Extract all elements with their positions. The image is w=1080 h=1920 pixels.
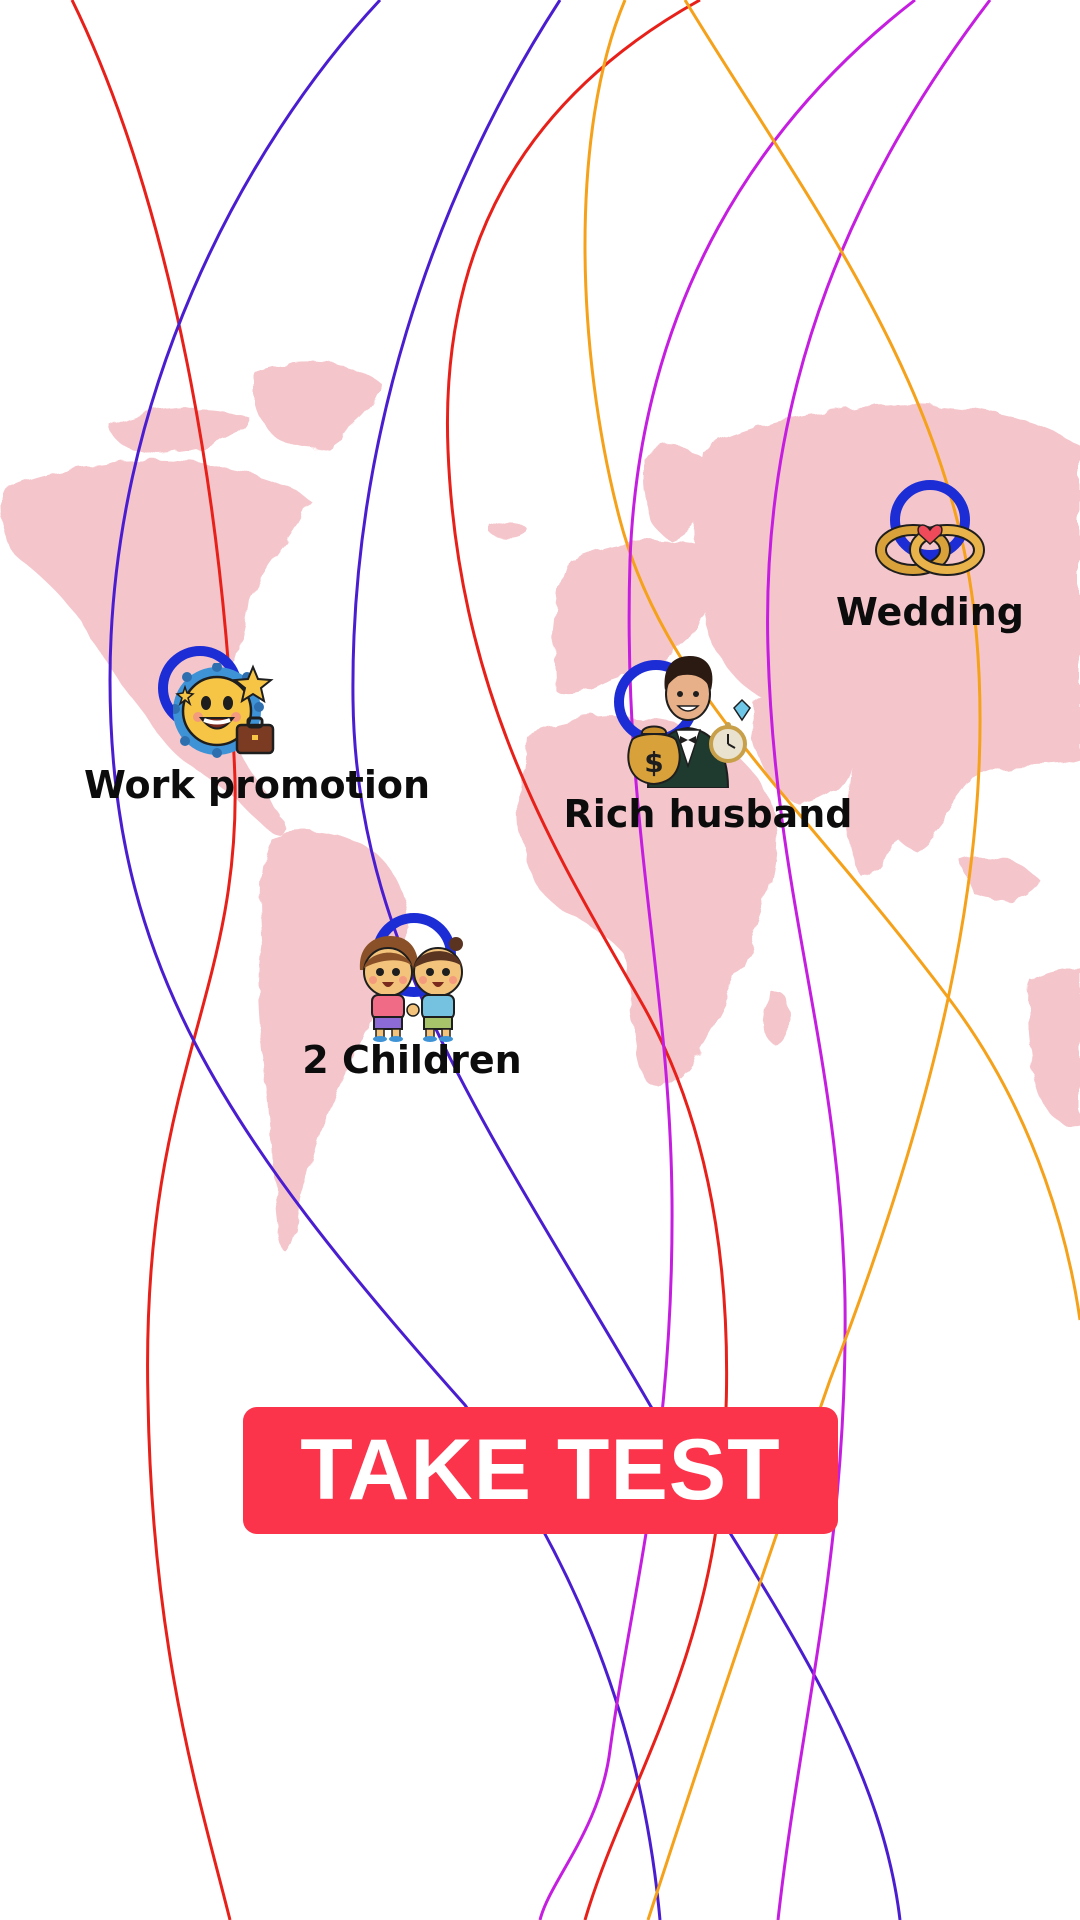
red-line-left — [70, 0, 237, 1920]
take-test-button-label: TAKE TEST — [300, 1422, 781, 1518]
rich-man-with-money-bag-icon: $ — [627, 656, 751, 788]
two-children-icon — [359, 936, 463, 1042]
marker-label: Work promotion — [83, 763, 431, 807]
marker-label: Wedding — [835, 590, 1025, 634]
orange-line-right — [646, 0, 982, 1920]
smiling-sun-with-briefcase-icon — [173, 663, 275, 758]
decorative-lines — [70, 0, 1080, 1920]
marker-label: Rich husband — [563, 792, 853, 836]
magenta-line-left — [538, 0, 916, 1920]
take-test-button[interactable]: TAKE TEST — [243, 1407, 838, 1534]
svg-text:$: $ — [644, 746, 663, 779]
marker-label: 2 Children — [302, 1038, 522, 1082]
ad-screen: Work promotion 2 Children $ Rich husband… — [0, 0, 1080, 1920]
wedding-rings-icon — [875, 524, 985, 576]
